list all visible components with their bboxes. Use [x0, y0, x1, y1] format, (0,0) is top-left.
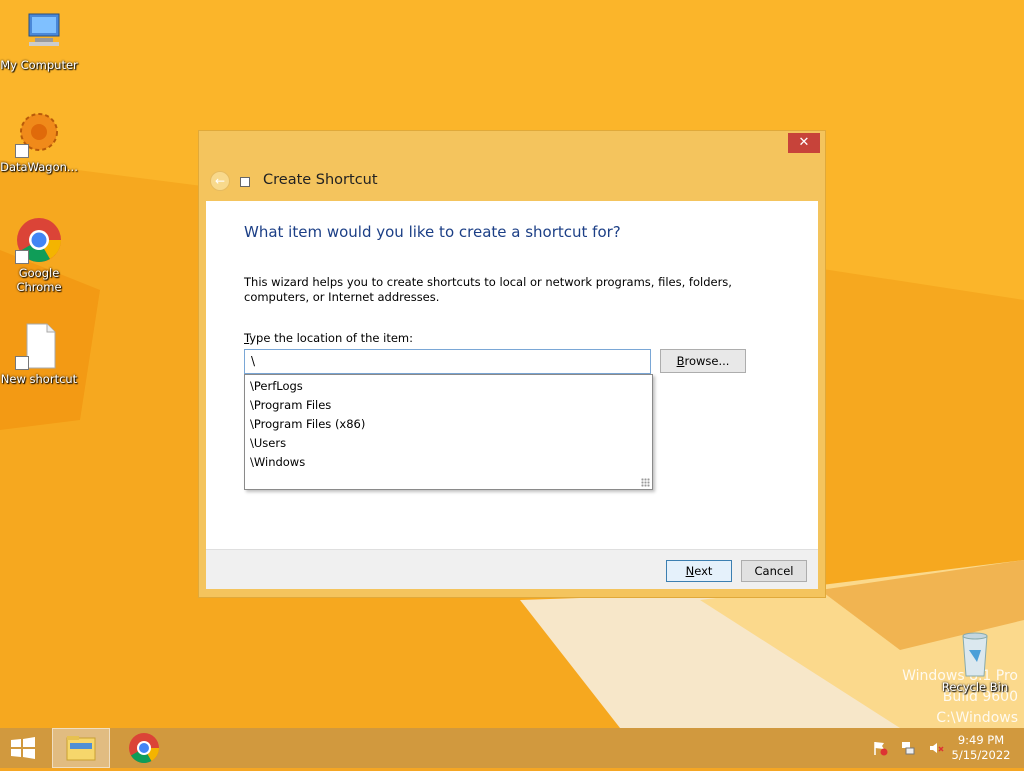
autocomplete-item[interactable]: \Program Files [245, 396, 652, 415]
desktop-icon-new-shortcut[interactable]: New shortcut [0, 322, 78, 386]
shortcut-arrow-icon [15, 144, 29, 158]
desktop-icon-label: Recycle Bin [941, 680, 1009, 694]
shortcut-title-icon [240, 177, 250, 187]
taskbar-chrome[interactable] [120, 728, 168, 768]
desktop-icon-label: New shortcut [0, 372, 78, 386]
wizard-heading: What item would you like to create a sho… [244, 223, 621, 241]
windows-logo-icon [11, 737, 35, 759]
desktop-icon-datawagon[interactable]: DataWagon... [0, 110, 78, 174]
action-center-flag-icon[interactable] [872, 740, 888, 756]
dialog-title: Create Shortcut [263, 172, 378, 188]
taskbar-file-explorer[interactable] [52, 728, 110, 768]
volume-muted-icon[interactable] [928, 740, 944, 756]
desktop-icon-label: Google Chrome [16, 266, 62, 294]
desktop-icon-label: My Computer [0, 58, 78, 72]
autocomplete-dropdown: \PerfLogs \Program Files \Program Files … [244, 374, 653, 490]
next-label: ext [694, 564, 713, 578]
taskbar-clock[interactable]: 9:49 PM 5/15/2022 [944, 733, 1018, 763]
shortcut-arrow-icon [15, 250, 29, 264]
next-access-key: N [685, 564, 695, 578]
resize-grip-icon[interactable] [641, 478, 650, 487]
desktop-icon-google-chrome[interactable]: Google Chrome [0, 216, 78, 294]
cancel-button[interactable]: Cancel [741, 560, 807, 582]
clock-date: 5/15/2022 [951, 748, 1011, 762]
autocomplete-item[interactable]: \PerfLogs [245, 377, 652, 396]
computer-icon [15, 8, 63, 56]
next-button[interactable]: Next [666, 560, 732, 582]
recycle-bin-icon [951, 630, 999, 678]
shortcut-arrow-icon [15, 356, 29, 370]
chrome-icon [15, 216, 63, 264]
chrome-icon [129, 733, 159, 764]
clock-time: 9:49 PM [957, 733, 1005, 747]
system-tray [872, 740, 952, 759]
datawagon-icon [15, 110, 63, 158]
back-arrow-icon[interactable]: ← [210, 171, 230, 191]
autocomplete-item[interactable]: \Users [245, 434, 652, 453]
start-button[interactable] [8, 736, 38, 760]
desktop-icon-my-computer[interactable]: My Computer [0, 8, 78, 72]
network-icon[interactable] [900, 740, 916, 756]
watermark-path: C:\Windows [936, 710, 1018, 726]
close-button[interactable]: ✕ [788, 133, 820, 153]
wizard-description: This wizard helps you to create shortcut… [244, 275, 732, 304]
document-shortcut-icon [15, 322, 63, 370]
create-shortcut-dialog: ✕ ← Create Shortcut What item would you … [198, 130, 826, 598]
wizard-footer: Next Cancel [206, 549, 818, 589]
browse-label: rowse... [684, 354, 730, 368]
autocomplete-item[interactable]: \Program Files (x86) [245, 415, 652, 434]
location-label: Type the location of the item: [244, 331, 413, 345]
folder-icon [66, 736, 96, 761]
desktop-icon-label: DataWagon... [0, 160, 78, 174]
wizard-content: What item would you like to create a sho… [206, 201, 818, 549]
taskbar: 9:49 PM 5/15/2022 [0, 728, 1024, 768]
location-label-text: ype the location of the item: [249, 331, 414, 345]
desktop-icon-recycle-bin[interactable]: Recycle Bin [936, 630, 1014, 694]
browse-button[interactable]: Browse... [660, 349, 746, 373]
location-input[interactable]: \ [244, 349, 651, 374]
autocomplete-item[interactable]: \Windows [245, 453, 652, 472]
